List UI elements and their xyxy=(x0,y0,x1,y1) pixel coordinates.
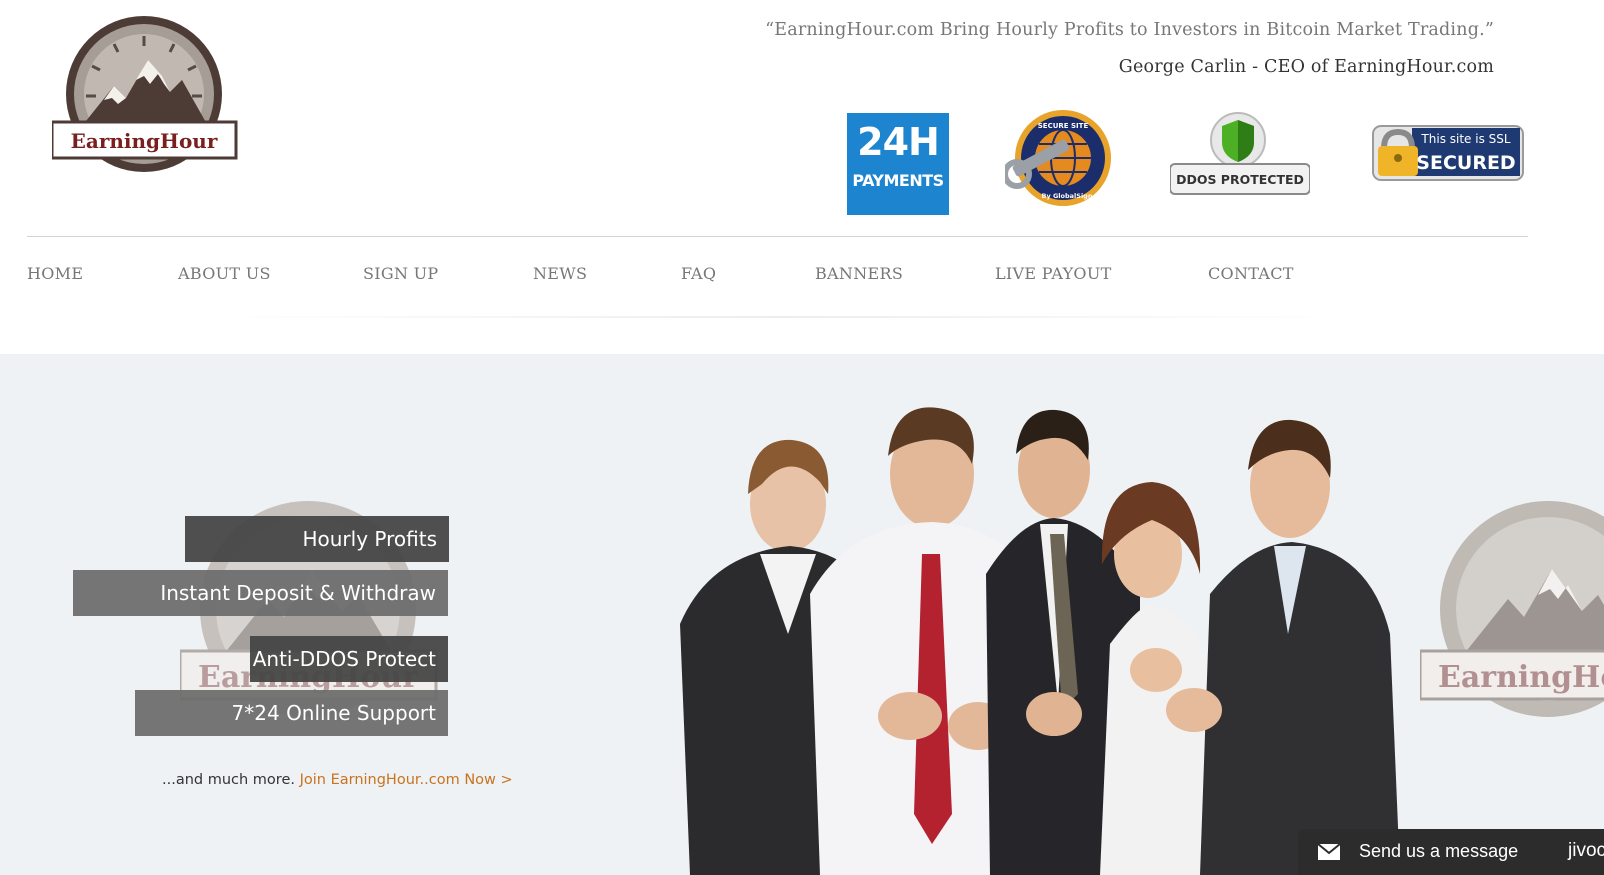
payments-badge-small: PAYMENTS xyxy=(852,171,944,190)
join-now-link[interactable]: Join EarningHour..com Now > xyxy=(300,772,513,788)
ddos-badge-text: DDOS PROTECTED xyxy=(1176,172,1304,187)
nav-home[interactable]: HOME xyxy=(27,264,83,283)
watermark-right-text: EarningHour xyxy=(1438,660,1604,695)
nav-faq[interactable]: FAQ xyxy=(681,264,716,283)
logo-text: EarningHour xyxy=(71,129,218,153)
feature-instant-deposit: Instant Deposit & Withdraw xyxy=(73,570,448,616)
chat-label: Send us a message xyxy=(1359,841,1519,861)
nav-sign-up[interactable]: SIGN UP xyxy=(363,264,439,283)
ssl-top-text: This site is SSL xyxy=(1420,132,1510,146)
header-divider xyxy=(27,236,1528,237)
more-text-line: ...and much more. Join EarningHour..com … xyxy=(162,772,513,788)
secure-site-bottom-text: By GlobalSign xyxy=(1042,192,1093,200)
logo-watermark-right: EarningHour xyxy=(1418,499,1604,729)
quote-author: George Carlin - CEO of EarningHour.com xyxy=(1118,57,1494,77)
nav-shadow xyxy=(200,316,1360,318)
jivochat-brand: jivoc xyxy=(1568,840,1604,861)
feature-anti-ddos: Anti-DDOS Protect xyxy=(250,636,448,682)
ddos-protected-badge: DDOS PROTECTED xyxy=(1169,112,1311,196)
ceo-quote: “EarningHour.com Bring Hourly Profits to… xyxy=(765,20,1494,40)
team-photo xyxy=(670,374,1430,875)
nav-live-payout[interactable]: LIVE PAYOUT xyxy=(995,264,1112,283)
more-text: ...and much more. xyxy=(162,772,295,788)
secure-site-top-text: SECURE SITE xyxy=(1038,122,1089,130)
nav-banners[interactable]: BANNERS xyxy=(815,264,903,283)
envelope-icon xyxy=(1317,843,1341,860)
payments-badge-big: 24H xyxy=(857,120,940,164)
chat-widget[interactable]: Send us a message jivoc xyxy=(1298,829,1604,875)
site-logo[interactable]: EarningHour xyxy=(50,14,238,178)
ssl-bottom-text: SECURED xyxy=(1416,152,1515,174)
feature-hourly-profits: Hourly Profits xyxy=(185,516,449,562)
nav-news[interactable]: NEWS xyxy=(533,264,587,283)
ssl-secured-badge: This site is SSL SECURED xyxy=(1372,118,1526,184)
secure-site-seal: SECURE SITE By GlobalSign xyxy=(1002,108,1117,212)
hero-section: EarningHour Hourly Profits Instant Depos… xyxy=(0,354,1604,875)
nav-contact[interactable]: CONTACT xyxy=(1208,264,1294,283)
24h-payments-badge: 24H PAYMENTS xyxy=(847,113,949,215)
nav-about-us[interactable]: ABOUT US xyxy=(178,264,271,283)
feature-online-support: 7*24 Online Support xyxy=(135,690,448,736)
